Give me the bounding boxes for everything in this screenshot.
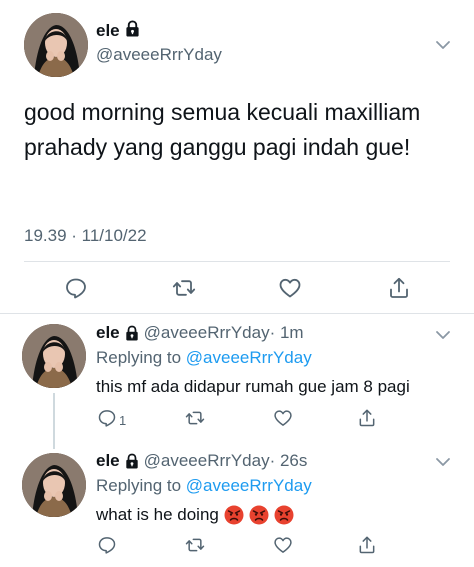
mention-link[interactable]: @aveeeRrrYday: [186, 348, 312, 367]
retweet-icon: [185, 408, 205, 433]
reply-button[interactable]: 1: [97, 408, 126, 433]
reply-text: what is he doing: [96, 505, 294, 525]
like-button[interactable]: [276, 274, 304, 302]
reply-header: ele @aveeeRrrYday · 1m: [96, 323, 304, 343]
share-icon: [357, 535, 377, 560]
retweet-button[interactable]: [185, 535, 205, 560]
like-button[interactable]: [273, 535, 293, 560]
reply-header: ele @aveeeRrrYday · 26s: [96, 451, 307, 471]
mention-link[interactable]: @aveeeRrrYday: [186, 476, 312, 495]
user-handle[interactable]: @aveeeRrrYday: [144, 451, 270, 471]
user-handle[interactable]: @aveeeRrrYday: [96, 45, 222, 65]
reply-icon: [97, 408, 117, 433]
reply-icon: [97, 535, 117, 560]
like-icon: [273, 408, 293, 433]
lock-icon: [125, 20, 140, 42]
retweet-button[interactable]: [185, 408, 205, 433]
chevron-down-icon[interactable]: [434, 36, 452, 54]
replying-to: Replying to @aveeeRrrYday: [96, 348, 312, 368]
like-button[interactable]: [273, 408, 293, 433]
reply-button[interactable]: [62, 274, 90, 302]
replying-to: Replying to @aveeeRrrYday: [96, 476, 312, 496]
angry-face-icon: [274, 505, 294, 525]
retweet-button[interactable]: [170, 274, 198, 302]
angry-face-icon: [249, 505, 269, 525]
divider: [0, 313, 474, 314]
lock-icon: [125, 325, 139, 341]
reply-text: this mf ada didapur rumah gue jam 8 pagi: [96, 377, 410, 396]
like-icon: [273, 535, 293, 560]
avatar[interactable]: [22, 324, 86, 388]
share-button[interactable]: [385, 274, 413, 302]
main-tweet: ele @aveeeRrrYday good morning semua kec…: [0, 0, 474, 313]
lock-icon: [125, 453, 139, 469]
avatar[interactable]: [22, 453, 86, 517]
thread-line: [53, 393, 55, 449]
reply-text-content: what is he doing: [96, 505, 219, 524]
share-button[interactable]: [357, 408, 377, 433]
share-icon: [357, 408, 377, 433]
like-icon: [278, 276, 302, 300]
replying-to-prefix: Replying to: [96, 476, 186, 495]
share-button[interactable]: [357, 535, 377, 560]
divider: [24, 261, 450, 262]
display-name-text[interactable]: ele: [96, 21, 120, 41]
reply-icon: [64, 276, 88, 300]
tweet-text: good morning semua kecuali maxilliam pra…: [24, 99, 421, 160]
share-icon: [387, 276, 411, 300]
display-name[interactable]: ele: [96, 323, 120, 343]
display-name[interactable]: ele: [96, 20, 140, 42]
retweet-icon: [172, 276, 196, 300]
retweet-icon: [185, 535, 205, 560]
chevron-down-icon[interactable]: [434, 453, 452, 471]
time-ago[interactable]: · 1m: [270, 323, 304, 343]
angry-face-icon: [224, 505, 244, 525]
display-name[interactable]: ele: [96, 451, 120, 471]
replying-to-prefix: Replying to: [96, 348, 186, 367]
time-ago[interactable]: · 26s: [270, 451, 308, 471]
reply-count: 1: [119, 413, 127, 428]
user-handle[interactable]: @aveeeRrrYday: [144, 323, 270, 343]
chevron-down-icon[interactable]: [434, 326, 452, 344]
reply-button[interactable]: [97, 535, 117, 560]
avatar[interactable]: [24, 13, 88, 77]
tweet-timestamp[interactable]: 19.39 · 11/10/22: [24, 226, 147, 246]
